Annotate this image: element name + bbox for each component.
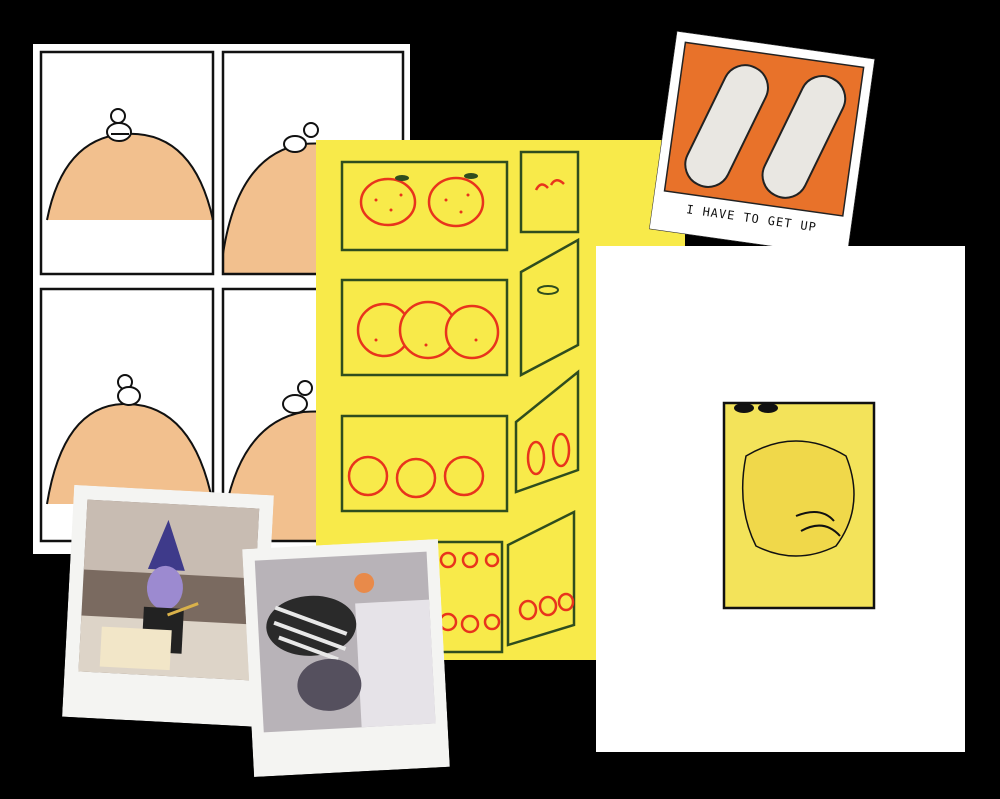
polaroid-photo-1 bbox=[62, 484, 274, 728]
polaroid-photo-2 bbox=[242, 539, 450, 777]
sticker-card: I HAVE TO GET UP bbox=[649, 31, 875, 257]
hugging-figure-page bbox=[596, 246, 965, 752]
